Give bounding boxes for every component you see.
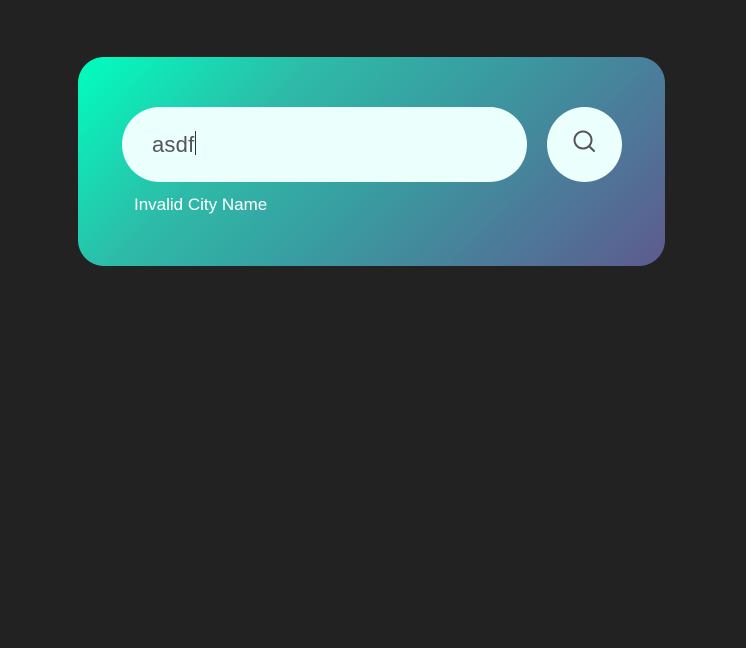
- search-button[interactable]: [547, 107, 622, 182]
- city-search-input-value: asdf: [152, 131, 195, 157]
- search-row: asdf: [122, 107, 622, 182]
- text-caret: [195, 131, 197, 155]
- weather-search-card: asdf Invalid City Name: [78, 57, 665, 266]
- city-search-input[interactable]: asdf: [122, 107, 527, 182]
- error-message: Invalid City Name: [134, 195, 268, 214]
- search-icon: [572, 129, 598, 160]
